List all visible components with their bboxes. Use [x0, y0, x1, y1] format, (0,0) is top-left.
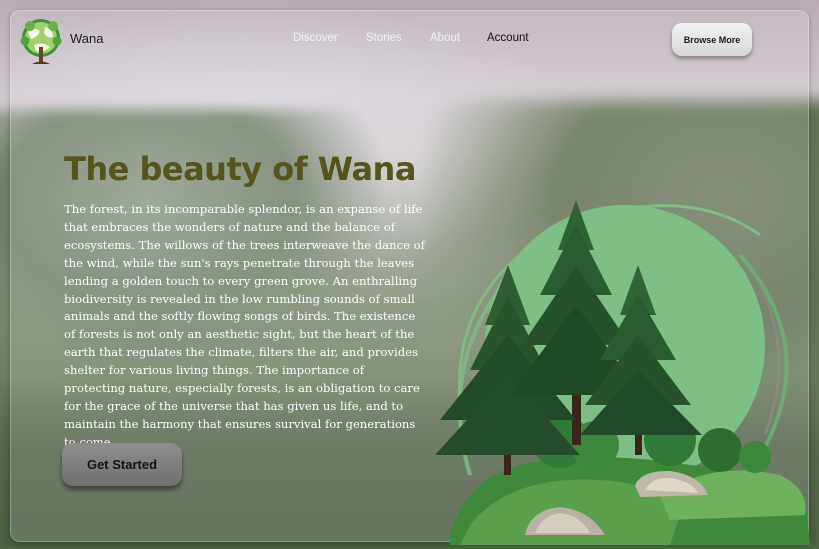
hero-title: The beauty of Wana — [64, 150, 416, 188]
nav-item-discover[interactable]: Discover — [293, 32, 338, 44]
pine-trees-illustration — [435, 200, 810, 545]
nav-item-about[interactable]: About — [430, 32, 460, 44]
nav-item-stories[interactable]: Stories — [366, 32, 402, 44]
nav-item-account[interactable]: Account — [487, 32, 529, 44]
get-started-button[interactable]: Get Started — [62, 443, 182, 486]
hero-description: The forest, in its incomparable splendor… — [64, 202, 425, 449]
browse-more-button[interactable]: Browse More — [672, 23, 752, 56]
